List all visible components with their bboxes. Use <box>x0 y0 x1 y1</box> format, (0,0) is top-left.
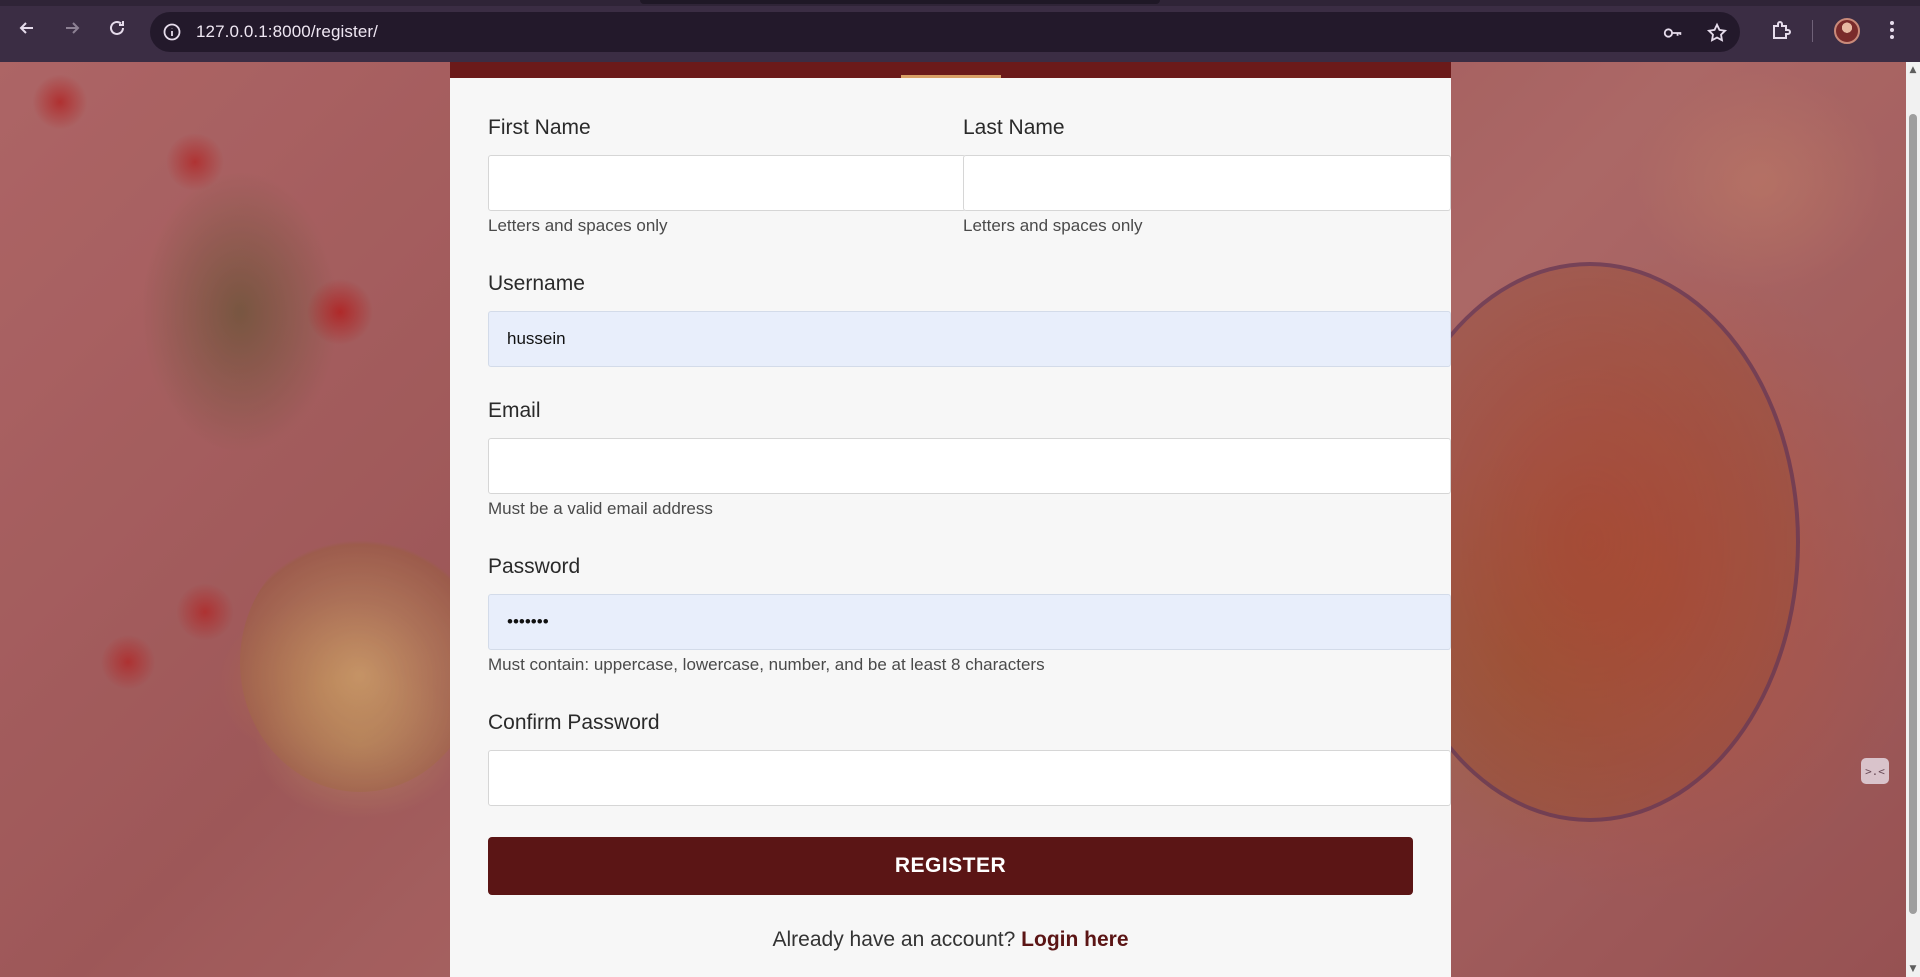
back-arrow-icon[interactable] <box>12 13 42 43</box>
last-name-input[interactable] <box>963 155 1451 211</box>
page-scrollbar[interactable]: ▲ ▼ <box>1906 62 1920 977</box>
forward-arrow-icon[interactable] <box>57 13 87 43</box>
star-icon[interactable] <box>1706 22 1728 44</box>
password-label: Password <box>488 555 581 578</box>
side-widget-glyph: >.< <box>1865 764 1885 778</box>
register-card: First Name Letters and spaces only Last … <box>450 62 1451 977</box>
puzzle-icon[interactable] <box>1770 18 1794 42</box>
username-input[interactable]: hussein <box>488 311 1451 367</box>
address-bar[interactable]: 127.0.0.1:8000/register/ <box>150 12 1740 52</box>
last-name-label: Last Name <box>963 116 1065 139</box>
email-input[interactable] <box>488 438 1451 494</box>
scroll-thumb[interactable] <box>1909 114 1917 914</box>
site-info-icon[interactable] <box>162 22 182 42</box>
confirm-password-input[interactable] <box>488 750 1451 806</box>
card-header-bar <box>450 62 1451 78</box>
url-text[interactable]: 127.0.0.1:8000/register/ <box>196 22 378 42</box>
password-help: Must contain: uppercase, lowercase, numb… <box>488 655 1045 674</box>
first-name-help: Letters and spaces only <box>488 216 668 235</box>
login-prompt: Already have an account? Login here <box>450 928 1451 952</box>
kebab-menu-icon[interactable] <box>1880 18 1904 42</box>
tab-strip <box>0 0 1920 6</box>
password-input[interactable]: ••••••• <box>488 594 1451 650</box>
reload-icon[interactable] <box>102 13 132 43</box>
username-label: Username <box>488 272 585 295</box>
email-help: Must be a valid email address <box>488 499 713 518</box>
first-name-label: First Name <box>488 116 591 139</box>
login-link[interactable]: Login here <box>1021 928 1128 951</box>
toolbar-divider <box>1812 20 1813 42</box>
browser-toolbar: 127.0.0.1:8000/register/ <box>0 0 1920 62</box>
scroll-down-arrow-icon[interactable]: ▼ <box>1909 965 1917 974</box>
first-name-input[interactable] <box>488 155 966 211</box>
last-name-help: Letters and spaces only <box>963 216 1143 235</box>
confirm-password-label: Confirm Password <box>488 711 660 734</box>
profile-avatar[interactable] <box>1834 18 1860 44</box>
email-label: Email <box>488 399 541 422</box>
scroll-up-arrow-icon[interactable]: ▲ <box>1909 66 1917 75</box>
key-icon[interactable] <box>1662 22 1684 44</box>
header-accent-line <box>901 75 1001 78</box>
login-prompt-text: Already have an account? <box>772 928 1016 951</box>
register-button[interactable]: REGISTER <box>488 837 1413 895</box>
page-viewport: >.< First Name Letters and spaces only L… <box>0 62 1906 977</box>
side-widget-icon[interactable]: >.< <box>1861 758 1889 784</box>
active-tab-edge[interactable] <box>640 0 1160 4</box>
